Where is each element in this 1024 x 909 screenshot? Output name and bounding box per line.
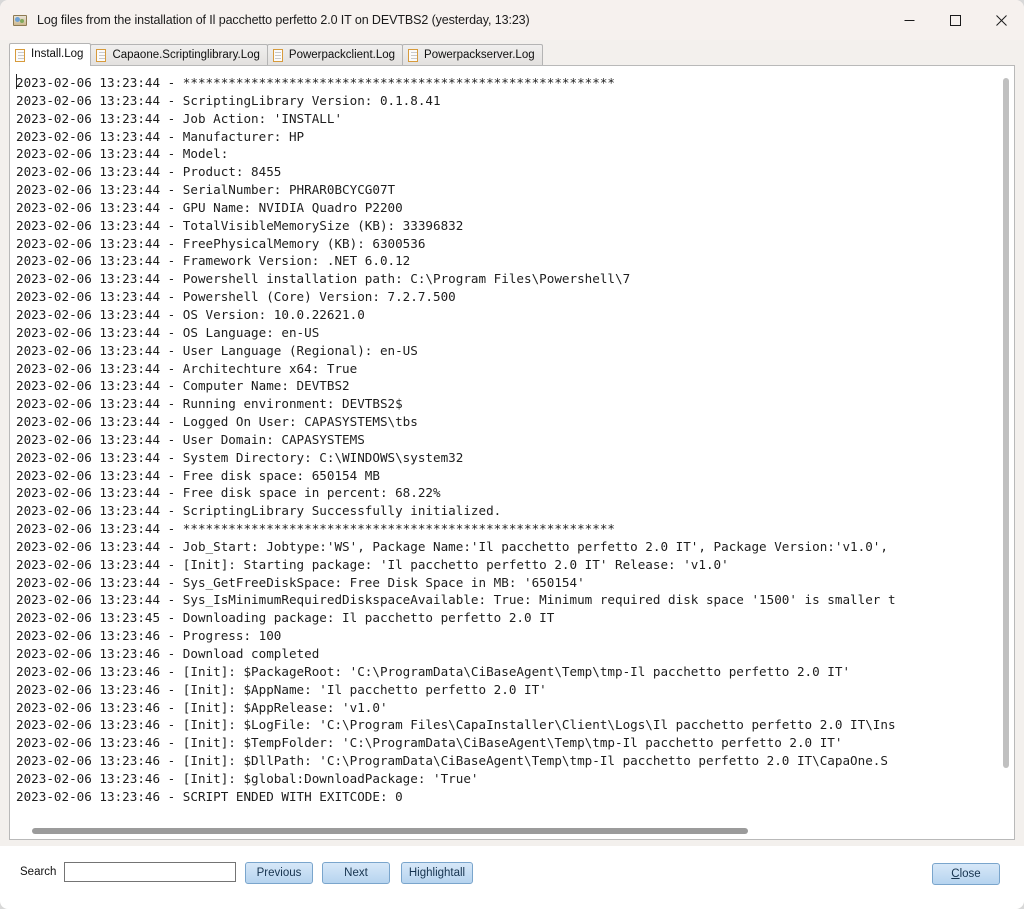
tab-powerpackclient-log[interactable]: Powerpackclient.Log [266,44,404,66]
log-line: 2023-02-06 13:23:44 - Model: [16,146,229,162]
log-line: 2023-02-06 13:23:44 - [Init]: Starting p… [16,556,729,572]
log-line: 2023-02-06 13:23:44 - Architechture x64:… [16,360,358,376]
window-title: Log files from the installation of Il pa… [37,13,530,27]
text-caret [16,74,17,89]
search-input[interactable] [64,862,236,882]
tab-label: Install.Log [31,48,84,61]
log-text[interactable]: 2023-02-06 13:23:44 - ******************… [16,74,997,819]
previous-button[interactable]: Previous [245,862,313,884]
log-line: 2023-02-06 13:23:46 - [Init]: $AppReleas… [16,699,388,715]
log-line: 2023-02-06 13:23:44 - User Domain: CAPAS… [16,431,365,447]
close-accel-letter: C [951,868,960,880]
log-line: 2023-02-06 13:23:46 - [Init]: $TempFolde… [16,735,843,751]
tab-label: Powerpackserver.Log [424,48,535,61]
close-label-rest: lose [959,868,981,880]
log-line: 2023-02-06 13:23:44 - OS Version: 10.0.2… [16,306,365,322]
log-line: 2023-02-06 13:23:44 - Framework Version:… [16,253,411,269]
tab-capaone-scriptinglibrary-log[interactable]: Capaone.Scriptinglibrary.Log [90,44,268,66]
log-line: 2023-02-06 13:23:46 - Download completed [16,646,320,661]
log-line: 2023-02-06 13:23:44 - ******************… [16,521,615,537]
window-controls [886,0,1024,40]
maximize-icon[interactable] [932,0,978,40]
tab-label: Capaone.Scriptinglibrary.Log [112,48,260,61]
vertical-scrollbar-thumb[interactable] [1003,78,1009,768]
log-content-pane[interactable]: 2023-02-06 13:23:44 - ******************… [9,65,1015,840]
next-button[interactable]: Next [322,862,390,884]
log-line: 2023-02-06 13:23:44 - Manufacturer: HP [16,128,305,144]
log-line: 2023-02-06 13:23:44 - ******************… [16,75,615,90]
log-line: 2023-02-06 13:23:44 - User Language (Reg… [16,342,418,358]
log-tab-strip: Install.Log Capaone.Scriptinglibrary.Log… [0,40,1024,66]
tab-install-log[interactable]: Install.Log [9,43,92,66]
tab-label: Powerpackclient.Log [288,48,396,61]
scrollbar-corner [997,822,1014,839]
log-line: 2023-02-06 13:23:46 - Progress: 100 [16,628,282,644]
highlight-all-button[interactable]: Highlightall [401,862,473,884]
log-line: 2023-02-06 13:23:44 - Logged On User: CA… [16,414,418,430]
log-line: 2023-02-06 13:23:44 - Free disk space: 6… [16,467,380,483]
log-line: 2023-02-06 13:23:46 - [Init]: $LogFile: … [16,717,896,733]
log-line: 2023-02-06 13:23:44 - System Directory: … [16,449,464,465]
minimize-icon[interactable] [886,0,932,40]
log-line: 2023-02-06 13:23:45 - Downloading packag… [16,610,555,626]
log-file-icon [408,49,419,62]
log-line: 2023-02-06 13:23:46 - [Init]: $global:Do… [16,770,479,786]
log-line: 2023-02-06 13:23:44 - Job Action: 'INSTA… [16,110,343,126]
log-line: 2023-02-06 13:23:44 - Sys_GetFreeDiskSpa… [16,574,585,590]
log-file-icon [96,49,107,62]
log-file-icon [15,48,26,62]
close-button[interactable]: Close [932,863,1000,885]
log-line: 2023-02-06 13:23:46 - [Init]: $PackageRo… [16,663,851,679]
log-line: 2023-02-06 13:23:46 - [Init]: $AppName: … [16,681,547,697]
log-line: 2023-02-06 13:23:44 - Job_Start: Jobtype… [16,538,896,554]
vertical-scrollbar[interactable] [997,66,1014,822]
log-line: 2023-02-06 13:23:46 - SCRIPT ENDED WITH … [16,788,403,804]
log-line: 2023-02-06 13:23:44 - FreePhysicalMemory… [16,235,426,251]
title-bar: Log files from the installation of Il pa… [0,0,1024,40]
search-label: Search [20,866,57,878]
log-line: 2023-02-06 13:23:44 - OS Language: en-US [16,324,320,340]
log-viewer-window: Log files from the installation of Il pa… [0,0,1024,909]
log-line: 2023-02-06 13:23:44 - Powershell (Core) … [16,289,456,305]
tab-powerpackserver-log[interactable]: Powerpackserver.Log [402,44,543,66]
log-line: 2023-02-06 13:23:44 - SerialNumber: PHRA… [16,182,396,198]
log-viewer-icon [12,12,28,28]
log-file-icon [272,49,284,62]
log-line: 2023-02-06 13:23:44 - GPU Name: NVIDIA Q… [16,199,403,215]
horizontal-scrollbar-thumb[interactable] [32,828,748,834]
log-line: 2023-02-06 13:23:44 - Running environmen… [16,396,403,412]
horizontal-scrollbar[interactable] [10,822,997,839]
log-line: 2023-02-06 13:23:44 - Product: 8455 [16,164,282,180]
log-line: 2023-02-06 13:23:44 - ScriptingLibrary S… [16,503,502,519]
log-line: 2023-02-06 13:23:44 - ScriptingLibrary V… [16,92,441,108]
close-icon[interactable] [978,0,1024,40]
log-line: 2023-02-06 13:23:46 - [Init]: $DllPath: … [16,753,888,769]
log-line: 2023-02-06 13:23:44 - Computer Name: DEV… [16,378,350,394]
log-line: 2023-02-06 13:23:44 - Free disk space in… [16,485,441,501]
log-line: 2023-02-06 13:23:44 - Sys_IsMinimumRequi… [16,592,896,608]
log-line: 2023-02-06 13:23:44 - Powershell install… [16,271,631,287]
log-line: 2023-02-06 13:23:44 - TotalVisibleMemory… [16,217,464,233]
